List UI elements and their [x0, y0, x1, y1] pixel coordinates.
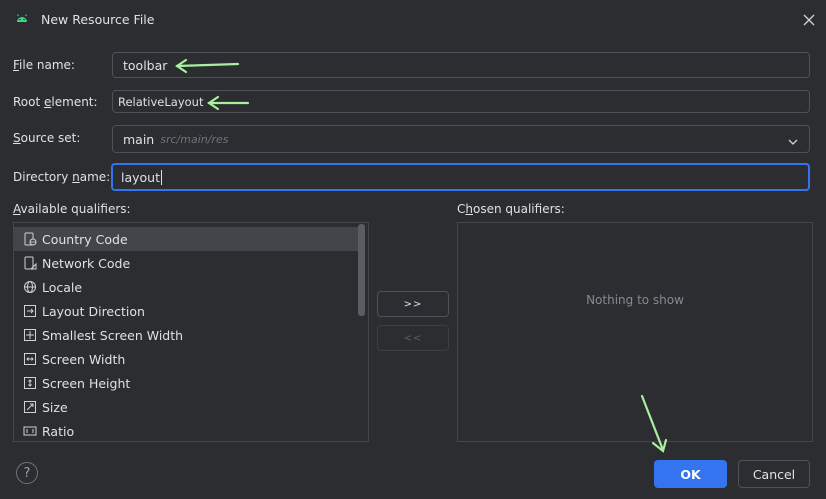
screen-height-icon [24, 377, 36, 389]
layout-direction-icon [24, 305, 36, 317]
dialog-title: New Resource File [41, 12, 155, 27]
qualifier-item-layout-direction[interactable]: Layout Direction [14, 299, 358, 323]
qualifier-item-smallest-screen-width[interactable]: Smallest Screen Width [14, 323, 358, 347]
ratio-icon [23, 426, 37, 436]
cancel-button[interactable]: Cancel [738, 460, 810, 488]
remove-qualifier-button[interactable]: << [377, 325, 449, 351]
close-icon[interactable] [800, 11, 818, 29]
screen-width-icon [24, 353, 36, 365]
source-set-value: main [123, 131, 155, 147]
help-button[interactable]: ? [16, 462, 38, 484]
root-element-value: RelativeLayout [118, 94, 204, 109]
text-caret [161, 169, 163, 185]
globe-icon [24, 281, 36, 293]
size-icon [24, 401, 36, 413]
file-name-label: File name: [13, 58, 75, 72]
qualifier-item-ratio[interactable]: Ratio [14, 419, 358, 441]
directory-name-input[interactable]: layout [111, 163, 810, 191]
list-scrollbar[interactable] [358, 224, 365, 316]
directory-name-label: Directory name: [13, 170, 111, 184]
available-qualifiers-label: Available qualifiers: [13, 202, 131, 216]
empty-state-text: Nothing to show [586, 293, 684, 307]
qualifier-item-screen-height[interactable]: Screen Height [14, 371, 358, 395]
qualifier-item-size[interactable]: Size [14, 395, 358, 419]
qualifier-item-screen-width[interactable]: Screen Width [14, 347, 358, 371]
source-set-label: Source set: [13, 131, 81, 145]
qualifier-item-network-code[interactable]: Network Code [14, 251, 358, 275]
file-name-input[interactable]: toolbar [112, 52, 810, 78]
chevron-down-icon [788, 139, 798, 145]
title-bar: New Resource File [0, 0, 826, 40]
root-element-label: Root element: [13, 95, 98, 109]
source-set-hint: src/main/res [160, 132, 229, 146]
smallest-screen-width-icon [24, 329, 36, 341]
qualifier-item-country-code[interactable]: Country Code [14, 227, 358, 251]
add-qualifier-button[interactable]: >> [377, 291, 449, 317]
root-element-input[interactable]: RelativeLayout [112, 90, 810, 113]
source-set-dropdown[interactable]: main src/main/res [112, 125, 810, 153]
country-code-icon [24, 232, 37, 246]
network-code-icon [24, 256, 37, 270]
qualifier-item-locale[interactable]: Locale [14, 275, 358, 299]
ok-button[interactable]: OK [654, 460, 727, 488]
available-qualifiers-list[interactable]: Country Code Network Code Locale Layout … [13, 222, 369, 442]
directory-name-value: layout [121, 169, 161, 185]
file-name-value: toolbar [123, 57, 168, 73]
chosen-qualifiers-label: Chosen qualifiers: [457, 202, 565, 216]
chosen-qualifiers-list[interactable]: Nothing to show [457, 222, 813, 442]
android-icon [17, 14, 27, 22]
